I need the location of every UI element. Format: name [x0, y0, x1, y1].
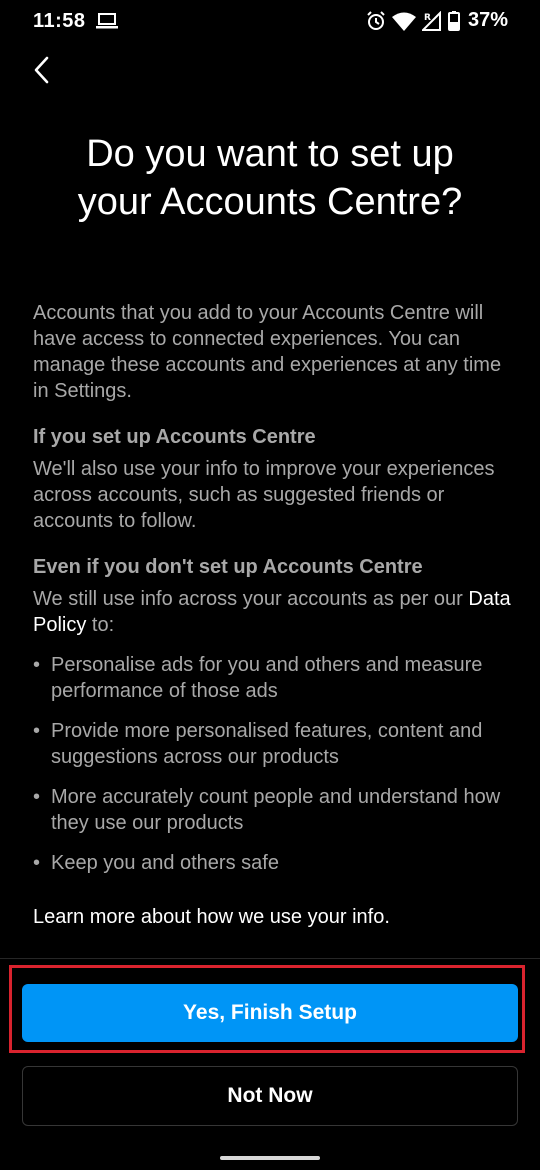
learn-more-link[interactable]: Learn more about how we use your info. — [33, 904, 513, 930]
alarm-icon — [366, 10, 386, 31]
list-item: • Personalise ads for you and others and … — [33, 652, 513, 704]
status-time: 11:58 — [33, 10, 86, 32]
list-item: • Keep you and others safe — [33, 850, 513, 876]
wifi-icon — [391, 11, 416, 31]
svg-text:R: R — [424, 13, 431, 23]
page-title: Do you want to set up your Accounts Cent… — [77, 133, 463, 223]
list-item-text: More accurately count people and underst… — [51, 786, 501, 834]
section-heading-setup: If you set up Accounts Centre — [33, 426, 316, 448]
section-text-no-setup: We still use info across your accounts a… — [33, 586, 513, 638]
bullet-icon: • — [33, 654, 41, 676]
finish-setup-button[interactable]: Yes, Finish Setup — [22, 984, 518, 1042]
policy-text-before: We still use info across your accounts a… — [33, 588, 469, 610]
list-item-text: Keep you and others safe — [51, 852, 279, 874]
battery-icon — [447, 10, 460, 31]
content-body: Accounts that you add to your Accounts C… — [33, 300, 513, 930]
divider — [0, 958, 540, 959]
bullet-icon: • — [33, 852, 41, 874]
back-button[interactable] — [22, 52, 62, 92]
policy-text-after: to: — [86, 614, 115, 636]
list-item-text: Provide more personalised features, cont… — [51, 720, 483, 768]
battery-percent: 37% — [467, 9, 508, 31]
bullet-icon: • — [33, 786, 41, 808]
laptop-icon — [96, 12, 118, 36]
intro-text: Accounts that you add to your Accounts C… — [33, 302, 502, 402]
not-now-button[interactable]: Not Now — [22, 1066, 518, 1126]
chevron-left-icon — [33, 55, 51, 90]
home-indicator[interactable] — [220, 1156, 320, 1160]
status-bar: 11:58 R 37% — [0, 0, 540, 44]
list-item: • More accurately count people and unders… — [33, 784, 513, 836]
list-item-text: Personalise ads for you and others and m… — [51, 654, 483, 702]
section-heading-no-setup: Even if you don't set up Accounts Centre — [33, 556, 423, 578]
signal-icon: R — [421, 10, 442, 31]
status-icons: R 37% — [366, 9, 508, 32]
bullet-list: • Personalise ads for you and others and … — [33, 652, 513, 876]
bullet-icon: • — [33, 720, 41, 742]
list-item: • Provide more personalised features, con… — [33, 718, 513, 770]
section-text-setup: We'll also use your info to improve your… — [33, 458, 495, 532]
